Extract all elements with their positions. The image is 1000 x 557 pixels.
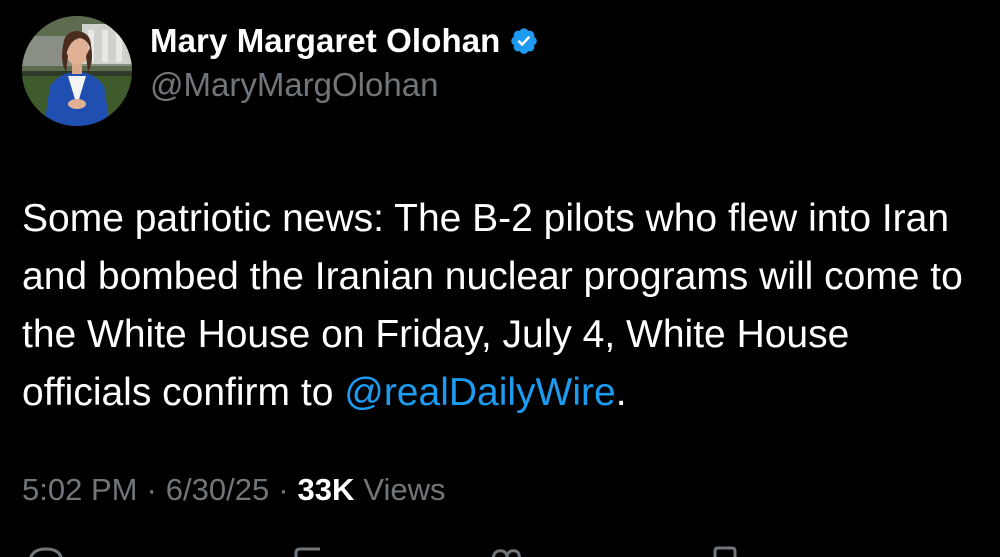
avatar-photo xyxy=(22,16,132,126)
tweet: Mary Margaret Olohan @MaryMargOlohan Som… xyxy=(0,0,1000,557)
handle[interactable]: @MaryMargOlohan xyxy=(150,66,539,104)
avatar[interactable] xyxy=(22,16,132,126)
author-names: Mary Margaret Olohan @MaryMargOlohan xyxy=(150,22,539,104)
views-count: 33K xyxy=(297,472,355,507)
retweet-icon[interactable] xyxy=(290,545,330,557)
bookmark-icon[interactable] xyxy=(705,545,745,557)
name-row: Mary Margaret Olohan xyxy=(150,22,539,60)
display-name[interactable]: Mary Margaret Olohan xyxy=(150,22,500,60)
tweet-header: Mary Margaret Olohan @MaryMargOlohan xyxy=(22,16,539,126)
tweet-meta: 5:02 PM · 6/30/25 · 33K Views xyxy=(22,472,446,508)
tweet-date[interactable]: 6/30/25 xyxy=(166,472,269,508)
views-label: Views xyxy=(363,472,446,507)
tweet-text-end: . xyxy=(615,371,627,414)
like-icon[interactable] xyxy=(485,545,525,557)
mention-link[interactable]: @realDailyWire xyxy=(344,371,615,414)
verified-badge-icon[interactable] xyxy=(509,26,539,56)
meta-separator: · xyxy=(278,472,289,507)
tweet-text: Some patriotic news: The B-2 pilots who … xyxy=(22,190,982,422)
action-bar xyxy=(0,545,1000,557)
meta-separator: · xyxy=(146,472,157,507)
tweet-time[interactable]: 5:02 PM xyxy=(22,472,137,508)
reply-icon[interactable] xyxy=(26,545,66,557)
